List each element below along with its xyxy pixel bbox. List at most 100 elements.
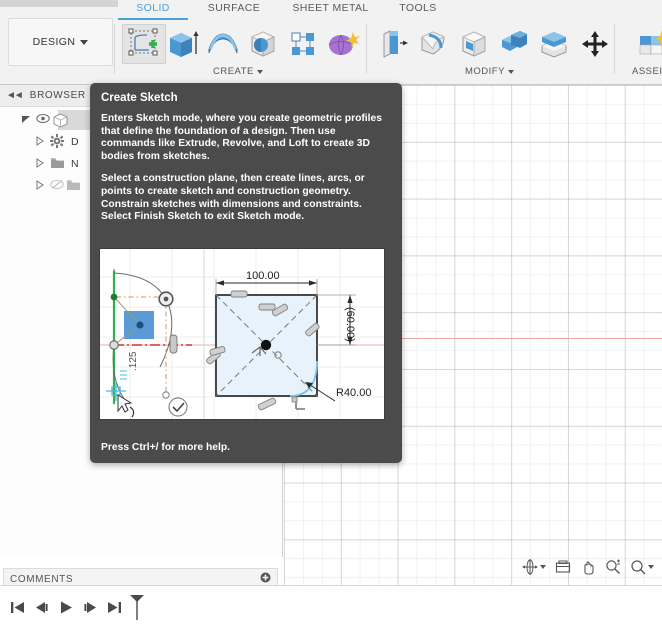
tree-row-label: D	[71, 136, 79, 148]
create-sketch-tooltip: Create Sketch Enters Sketch mode, where …	[90, 83, 402, 463]
timeline-bar	[0, 585, 662, 627]
offset-face-icon	[541, 32, 567, 58]
offset-face-button[interactable]	[532, 24, 576, 64]
timeline-controls	[6, 594, 148, 620]
timeline-marker[interactable]	[126, 594, 148, 620]
tooltip-paragraph-1: Enters Sketch mode, where you create geo…	[101, 113, 382, 162]
new-component-icon	[639, 30, 662, 55]
shell-icon	[461, 31, 487, 57]
fillet-button[interactable]	[412, 24, 456, 64]
ribbon: SOLID SURFACE SHEET METAL TOOLS DESIGN C…	[0, 0, 662, 85]
comments-label: COMMENTS	[10, 573, 74, 585]
go-to-beginning-icon	[11, 601, 24, 613]
add-comment-icon[interactable]	[260, 572, 271, 586]
dimension-height-label: (60.00)	[344, 307, 356, 342]
timeline-marker-icon	[130, 595, 144, 620]
press-pull-button[interactable]	[372, 24, 416, 64]
go-to-end-button[interactable]	[102, 594, 126, 620]
play-button[interactable]	[54, 594, 78, 620]
pan-button[interactable]	[580, 559, 596, 575]
orbit-button[interactable]	[522, 559, 546, 575]
collapse-left-icon[interactable]: ◄◄	[6, 90, 24, 101]
dimension-width-label: 100.00	[246, 270, 280, 282]
press-pull-icon	[383, 30, 408, 58]
shell-button[interactable]	[452, 24, 496, 64]
tree-row-label: N	[71, 158, 79, 170]
revolve-button[interactable]	[201, 24, 245, 64]
tab-tools-label: TOOLS	[399, 2, 437, 14]
tab-surface-label: SURFACE	[207, 2, 261, 14]
ribbon-separator	[366, 24, 367, 74]
fillet-icon	[421, 31, 446, 55]
chevron-right-icon[interactable]	[32, 158, 48, 170]
extrude-icon	[170, 31, 199, 57]
hole-icon	[250, 31, 276, 57]
tab-sheet-metal-label: SHEET METAL	[292, 2, 369, 14]
go-to-beginning-button[interactable]	[6, 594, 30, 620]
ribbon-separator	[114, 24, 115, 74]
chevron-down-icon	[256, 69, 263, 74]
modify-group-text: MODIFY	[465, 66, 505, 77]
chevron-right-icon[interactable]	[32, 180, 48, 192]
chevron-down-icon	[540, 565, 546, 569]
step-forward-button[interactable]	[78, 594, 102, 620]
display-settings-icon	[555, 560, 571, 573]
pan-icon	[584, 561, 594, 575]
zoom-button[interactable]	[605, 559, 621, 575]
eye-off-icon[interactable]	[48, 179, 66, 193]
create-form-button[interactable]	[321, 24, 365, 64]
pattern-icon	[291, 32, 314, 55]
create-group-label[interactable]: CREATE	[213, 66, 263, 77]
modify-group-label[interactable]: MODIFY	[465, 66, 514, 77]
illustration-svg: .125 100.00 (60.00) R40.00	[100, 249, 384, 419]
go-to-end-icon	[108, 601, 121, 613]
workspace-selector-button[interactable]: DESIGN	[8, 18, 113, 66]
chevron-down-icon	[648, 565, 654, 569]
cube-icon	[52, 113, 69, 128]
tab-surface[interactable]: SURFACE	[196, 0, 272, 20]
ribbon-tabstrip: SOLID SURFACE SHEET METAL TOOLS	[0, 0, 662, 20]
folder-icon	[66, 179, 83, 193]
step-back-button[interactable]	[30, 594, 54, 620]
fusion-app-window: SOLID SURFACE SHEET METAL TOOLS DESIGN C…	[0, 0, 662, 627]
assemble-group-label[interactable]: ASSEI	[632, 66, 662, 77]
workspace-selector-label: DESIGN	[32, 36, 76, 48]
display-settings-button[interactable]	[555, 559, 571, 575]
hole-button[interactable]	[241, 24, 285, 64]
combine-icon	[502, 31, 527, 51]
revolve-icon	[208, 33, 238, 54]
tab-tools[interactable]: TOOLS	[388, 0, 448, 20]
browser-title: BROWSER	[29, 90, 86, 101]
create-sketch-icon	[128, 28, 158, 56]
new-component-button[interactable]	[630, 24, 662, 64]
move-copy-button[interactable]	[573, 24, 617, 64]
assemble-group-text: ASSEI	[632, 66, 662, 77]
chevron-down-icon	[507, 69, 514, 74]
tab-solid[interactable]: SOLID	[118, 0, 188, 20]
step-back-icon	[36, 601, 48, 613]
eye-icon[interactable]	[34, 113, 52, 127]
fit-icon	[631, 560, 646, 575]
folder-icon	[48, 157, 66, 172]
combine-button[interactable]	[492, 24, 536, 64]
chevron-right-icon[interactable]	[32, 136, 48, 148]
create-group-text: CREATE	[213, 66, 254, 77]
move-copy-icon	[582, 31, 608, 57]
zoom-icon	[606, 559, 620, 574]
gear-icon	[48, 133, 66, 151]
tooltip-title: Create Sketch	[101, 92, 178, 104]
pattern-button[interactable]	[281, 24, 325, 64]
tooltip-paragraph-2: Select a construction plane, then create…	[101, 173, 365, 223]
tab-sheet-metal[interactable]: SHEET METAL	[283, 0, 378, 20]
create-sketch-illustration: .125 100.00 (60.00) R40.00	[99, 248, 385, 420]
fit-button[interactable]	[630, 559, 654, 575]
chevron-down-icon	[80, 39, 89, 45]
view-navigation-bar	[522, 555, 654, 579]
tooltip-footer: Press Ctrl+/ for more help.	[101, 442, 231, 453]
play-icon	[61, 601, 72, 613]
chevron-down-icon[interactable]	[18, 114, 34, 126]
create-form-icon	[328, 32, 360, 56]
step-forward-icon	[84, 601, 96, 613]
dimension-small-label: .125	[128, 351, 139, 371]
extrude-button[interactable]	[160, 24, 204, 64]
